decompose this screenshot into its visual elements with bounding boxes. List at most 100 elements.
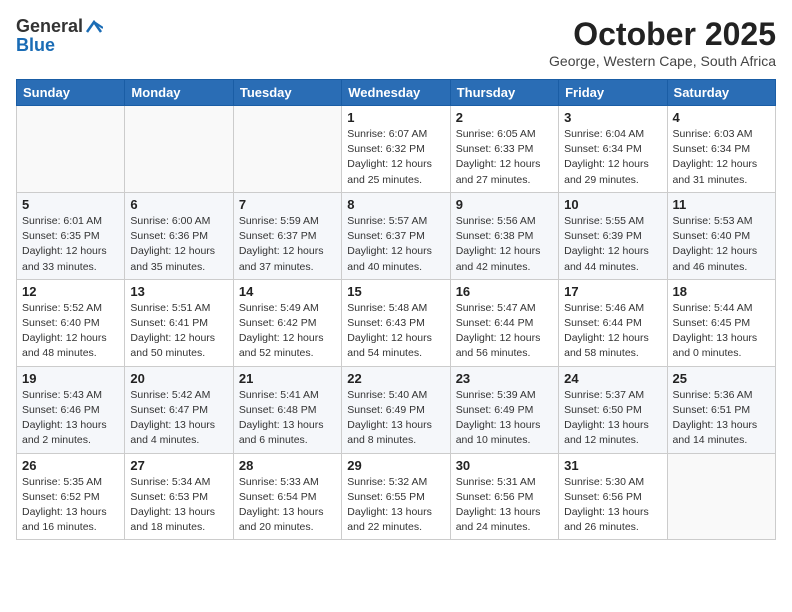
calendar-cell: 20 Sunrise: 5:42 AM Sunset: 6:47 PM Dayli… [125,366,233,453]
calendar-cell [125,106,233,193]
calendar-cell: 10Sunrise: 5:55 AM Sunset: 6:39 PM Dayli… [559,192,667,279]
day-info: Sunrise: 5:34 AM Sunset: 6:53 PM Dayligh… [130,475,227,536]
day-number: 1 [347,110,444,125]
logo: General Blue [16,16,103,56]
calendar-cell: 30 Sunrise: 5:31 AM Sunset: 6:56 PM Dayli… [450,453,558,540]
day-number: 18 [673,284,770,299]
day-info: Sunrise: 5:57 AM Sunset: 6:37 PM Dayligh… [347,214,444,275]
day-number: 12 [22,284,119,299]
day-info: Sunrise: 6:04 AM Sunset: 6:34 PM Dayligh… [564,127,661,188]
page-header: General Blue October 2025 George, Wester… [16,16,776,69]
day-number: 2 [456,110,553,125]
day-info: Sunrise: 5:46 AM Sunset: 6:44 PM Dayligh… [564,301,661,362]
weekday-header-row: SundayMondayTuesdayWednesdayThursdayFrid… [17,80,776,106]
week-row-5: 26Sunrise: 5:35 AM Sunset: 6:52 PM Dayli… [17,453,776,540]
weekday-header-thursday: Thursday [450,80,558,106]
calendar-cell: 3 Sunrise: 6:04 AM Sunset: 6:34 PM Daylig… [559,106,667,193]
day-number: 8 [347,197,444,212]
calendar-cell: 22 Sunrise: 5:40 AM Sunset: 6:49 PM Dayli… [342,366,450,453]
calendar-cell: 5 Sunrise: 6:01 AM Sunset: 6:35 PM Daylig… [17,192,125,279]
day-number: 31 [564,458,661,473]
calendar-cell: 15Sunrise: 5:48 AM Sunset: 6:43 PM Dayli… [342,279,450,366]
day-info: Sunrise: 5:51 AM Sunset: 6:41 PM Dayligh… [130,301,227,362]
day-info: Sunrise: 6:03 AM Sunset: 6:34 PM Dayligh… [673,127,770,188]
logo-icon [85,20,103,34]
weekday-header-wednesday: Wednesday [342,80,450,106]
calendar-cell: 16Sunrise: 5:47 AM Sunset: 6:44 PM Dayli… [450,279,558,366]
day-number: 16 [456,284,553,299]
day-number: 3 [564,110,661,125]
day-number: 27 [130,458,227,473]
day-number: 22 [347,371,444,386]
day-info: Sunrise: 5:44 AM Sunset: 6:45 PM Dayligh… [673,301,770,362]
day-number: 10 [564,197,661,212]
calendar-cell: 4 Sunrise: 6:03 AM Sunset: 6:34 PM Daylig… [667,106,775,193]
day-number: 24 [564,371,661,386]
calendar-cell: 19 Sunrise: 5:43 AM Sunset: 6:46 PM Dayli… [17,366,125,453]
calendar-cell: 2 Sunrise: 6:05 AM Sunset: 6:33 PM Daylig… [450,106,558,193]
day-info: Sunrise: 5:43 AM Sunset: 6:46 PM Dayligh… [22,388,119,449]
day-info: Sunrise: 5:49 AM Sunset: 6:42 PM Dayligh… [239,301,336,362]
calendar-cell: 28 Sunrise: 5:33 AM Sunset: 6:54 PM Dayli… [233,453,341,540]
logo-blue-text: Blue [16,35,103,56]
calendar-cell: 26Sunrise: 5:35 AM Sunset: 6:52 PM Dayli… [17,453,125,540]
day-number: 13 [130,284,227,299]
day-info: Sunrise: 5:31 AM Sunset: 6:56 PM Dayligh… [456,475,553,536]
day-info: Sunrise: 5:36 AM Sunset: 6:51 PM Dayligh… [673,388,770,449]
calendar-cell: 8 Sunrise: 5:57 AM Sunset: 6:37 PM Daylig… [342,192,450,279]
day-info: Sunrise: 5:39 AM Sunset: 6:49 PM Dayligh… [456,388,553,449]
day-number: 11 [673,197,770,212]
day-number: 25 [673,371,770,386]
calendar-cell: 29 Sunrise: 5:32 AM Sunset: 6:55 PM Dayli… [342,453,450,540]
week-row-2: 5 Sunrise: 6:01 AM Sunset: 6:35 PM Daylig… [17,192,776,279]
day-info: Sunrise: 5:52 AM Sunset: 6:40 PM Dayligh… [22,301,119,362]
week-row-1: 1Sunrise: 6:07 AM Sunset: 6:32 PM Daylig… [17,106,776,193]
day-info: Sunrise: 5:32 AM Sunset: 6:55 PM Dayligh… [347,475,444,536]
calendar-cell: 25 Sunrise: 5:36 AM Sunset: 6:51 PM Dayli… [667,366,775,453]
day-info: Sunrise: 6:00 AM Sunset: 6:36 PM Dayligh… [130,214,227,275]
day-info: Sunrise: 5:40 AM Sunset: 6:49 PM Dayligh… [347,388,444,449]
day-info: Sunrise: 5:37 AM Sunset: 6:50 PM Dayligh… [564,388,661,449]
week-row-3: 12 Sunrise: 5:52 AM Sunset: 6:40 PM Dayli… [17,279,776,366]
day-number: 29 [347,458,444,473]
calendar-cell: 27 Sunrise: 5:34 AM Sunset: 6:53 PM Dayli… [125,453,233,540]
day-number: 4 [673,110,770,125]
calendar-cell: 14 Sunrise: 5:49 AM Sunset: 6:42 PM Dayli… [233,279,341,366]
calendar-cell: 11 Sunrise: 5:53 AM Sunset: 6:40 PM Dayli… [667,192,775,279]
day-info: Sunrise: 5:35 AM Sunset: 6:52 PM Dayligh… [22,475,119,536]
calendar-cell: 12 Sunrise: 5:52 AM Sunset: 6:40 PM Dayli… [17,279,125,366]
day-number: 5 [22,197,119,212]
day-number: 30 [456,458,553,473]
day-info: Sunrise: 6:01 AM Sunset: 6:35 PM Dayligh… [22,214,119,275]
calendar-cell: 9 Sunrise: 5:56 AM Sunset: 6:38 PM Daylig… [450,192,558,279]
title-section: October 2025 George, Western Cape, South… [549,16,776,69]
day-number: 20 [130,371,227,386]
day-number: 7 [239,197,336,212]
calendar-cell: 1Sunrise: 6:07 AM Sunset: 6:32 PM Daylig… [342,106,450,193]
day-info: Sunrise: 5:53 AM Sunset: 6:40 PM Dayligh… [673,214,770,275]
calendar-cell: 6Sunrise: 6:00 AM Sunset: 6:36 PM Daylig… [125,192,233,279]
day-info: Sunrise: 6:05 AM Sunset: 6:33 PM Dayligh… [456,127,553,188]
calendar-cell: 23 Sunrise: 5:39 AM Sunset: 6:49 PM Dayli… [450,366,558,453]
day-info: Sunrise: 5:33 AM Sunset: 6:54 PM Dayligh… [239,475,336,536]
day-number: 23 [456,371,553,386]
day-number: 15 [347,284,444,299]
month-title: October 2025 [549,16,776,53]
day-number: 28 [239,458,336,473]
calendar-cell: 31Sunrise: 5:30 AM Sunset: 6:56 PM Dayli… [559,453,667,540]
calendar-table: SundayMondayTuesdayWednesdayThursdayFrid… [16,79,776,540]
day-number: 9 [456,197,553,212]
weekday-header-monday: Monday [125,80,233,106]
day-number: 17 [564,284,661,299]
calendar-cell [17,106,125,193]
location-subtitle: George, Western Cape, South Africa [549,53,776,69]
weekday-header-sunday: Sunday [17,80,125,106]
day-info: Sunrise: 5:59 AM Sunset: 6:37 PM Dayligh… [239,214,336,275]
day-info: Sunrise: 5:41 AM Sunset: 6:48 PM Dayligh… [239,388,336,449]
day-number: 14 [239,284,336,299]
day-info: Sunrise: 5:42 AM Sunset: 6:47 PM Dayligh… [130,388,227,449]
day-info: Sunrise: 5:56 AM Sunset: 6:38 PM Dayligh… [456,214,553,275]
weekday-header-tuesday: Tuesday [233,80,341,106]
calendar-cell: 18 Sunrise: 5:44 AM Sunset: 6:45 PM Dayli… [667,279,775,366]
day-number: 19 [22,371,119,386]
